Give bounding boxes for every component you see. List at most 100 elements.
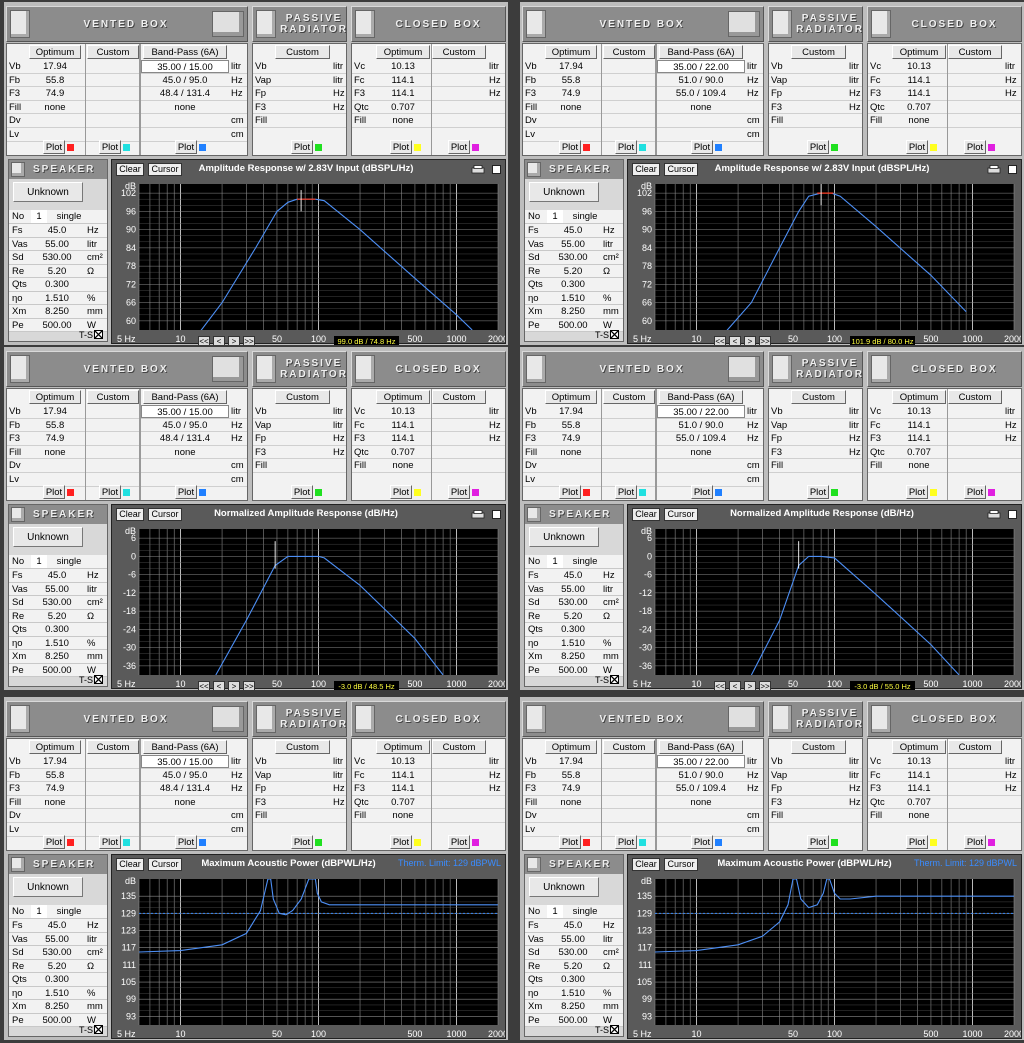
- plot-button[interactable]: Plot: [390, 835, 412, 849]
- mode-value[interactable]: single: [565, 555, 605, 568]
- mode-value[interactable]: single: [565, 905, 605, 918]
- param-value[interactable]: 0.300: [31, 973, 83, 986]
- plot-button[interactable]: Plot: [43, 835, 65, 849]
- tab-custom-closed[interactable]: Custom: [948, 45, 1002, 59]
- param-value[interactable]: 530.00: [31, 251, 83, 264]
- tab-custom[interactable]: Custom: [87, 390, 139, 404]
- plot-button[interactable]: Plot: [448, 835, 470, 849]
- tab-optimum-closed[interactable]: Optimum: [892, 390, 946, 404]
- param-value[interactable]: 500.00: [547, 664, 599, 677]
- param-value[interactable]: 1.510: [31, 987, 83, 1000]
- count-value[interactable]: 1: [547, 555, 563, 568]
- param-value[interactable]: 8.250: [547, 650, 599, 663]
- param-value[interactable]: 5.20: [31, 960, 83, 973]
- tab-bandpass[interactable]: Band-Pass (6A): [659, 45, 743, 59]
- param-value[interactable]: 55.00: [31, 583, 83, 596]
- plot-svg[interactable]: dB102969084787266605 Hz 10 50 100 500 1000 200…: [628, 160, 1021, 343]
- plot-button[interactable]: Plot: [43, 485, 65, 499]
- tab-custom-closed[interactable]: Custom: [948, 390, 1002, 404]
- ts-checkbox[interactable]: [610, 675, 619, 684]
- plot-button[interactable]: Plot: [807, 140, 829, 154]
- chart-nav-button[interactable]: >: [228, 681, 240, 690]
- tab-optimum-closed[interactable]: Optimum: [892, 45, 946, 59]
- param-value[interactable]: 8.250: [31, 1000, 83, 1013]
- param-value[interactable]: 0.300: [547, 623, 599, 636]
- tab-custom-passive[interactable]: Custom: [791, 45, 846, 59]
- param-value[interactable]: 55.00: [31, 933, 83, 946]
- tab-custom-passive[interactable]: Custom: [275, 740, 330, 754]
- speaker-name[interactable]: Unknown: [529, 877, 599, 897]
- speaker-name[interactable]: Unknown: [13, 877, 83, 897]
- mode-value[interactable]: single: [49, 210, 89, 223]
- plot-svg[interactable]: dB 135 129 123 117 111 105 99 93 5 Hz 10 50 100 500 10…: [112, 855, 505, 1038]
- param-value[interactable]: 5.20: [547, 610, 599, 623]
- param-value[interactable]: 500.00: [31, 664, 83, 677]
- plot-button[interactable]: Plot: [43, 140, 65, 154]
- tab-optimum[interactable]: Optimum: [29, 390, 81, 404]
- tab-custom-passive[interactable]: Custom: [791, 390, 846, 404]
- plot-button[interactable]: Plot: [390, 485, 412, 499]
- speaker-name[interactable]: Unknown: [13, 527, 83, 547]
- chart-nav-button[interactable]: >: [744, 336, 756, 345]
- tab-optimum-closed[interactable]: Optimum: [376, 45, 430, 59]
- plot-button[interactable]: Plot: [691, 485, 713, 499]
- mode-value[interactable]: single: [49, 555, 89, 568]
- plot-button[interactable]: Plot: [964, 485, 986, 499]
- plot-button[interactable]: Plot: [559, 485, 581, 499]
- param-value[interactable]: 0.300: [547, 973, 599, 986]
- param-value[interactable]: 0.300: [31, 278, 83, 291]
- plot-svg[interactable]: dB 135 129 123 117 111 105 99 93 5 Hz 10 50 100 500 10…: [628, 855, 1021, 1038]
- plot-button[interactable]: Plot: [906, 835, 928, 849]
- param-value[interactable]: 5.20: [31, 265, 83, 278]
- plot-button[interactable]: Plot: [448, 140, 470, 154]
- param-value[interactable]: 530.00: [547, 946, 599, 959]
- param-value[interactable]: 45.0: [31, 569, 83, 582]
- count-value[interactable]: 1: [31, 905, 47, 918]
- speaker-name[interactable]: Unknown: [13, 182, 83, 202]
- plot-button[interactable]: Plot: [559, 835, 581, 849]
- param-value[interactable]: 45.0: [547, 569, 599, 582]
- plot-button[interactable]: Plot: [906, 485, 928, 499]
- plot-button[interactable]: Plot: [615, 485, 637, 499]
- param-value[interactable]: 1.510: [31, 292, 83, 305]
- plot-button[interactable]: Plot: [291, 485, 313, 499]
- param-value[interactable]: 8.250: [31, 305, 83, 318]
- tab-custom-closed[interactable]: Custom: [432, 740, 486, 754]
- ts-checkbox[interactable]: [94, 330, 103, 339]
- plot-button[interactable]: Plot: [964, 835, 986, 849]
- plot-button[interactable]: Plot: [615, 140, 637, 154]
- plot-button[interactable]: Plot: [291, 140, 313, 154]
- plot-button[interactable]: Plot: [615, 835, 637, 849]
- plot-button[interactable]: Plot: [691, 140, 713, 154]
- param-value[interactable]: 1.510: [547, 292, 599, 305]
- tab-custom-closed[interactable]: Custom: [432, 390, 486, 404]
- param-value[interactable]: 530.00: [547, 596, 599, 609]
- plot-svg[interactable]: dB60-6-12-18-24-30-365 Hz 10 50 100 500 1000 2…: [628, 505, 1021, 688]
- ts-checkbox[interactable]: [610, 1025, 619, 1034]
- chart-nav-button[interactable]: <: [213, 681, 225, 690]
- param-value[interactable]: 45.0: [31, 224, 83, 237]
- chart-nav-button[interactable]: >>: [243, 336, 255, 345]
- tab-optimum[interactable]: Optimum: [29, 740, 81, 754]
- tab-custom[interactable]: Custom: [603, 45, 655, 59]
- param-value[interactable]: 5.20: [547, 265, 599, 278]
- param-value[interactable]: 500.00: [31, 319, 83, 332]
- plot-button[interactable]: Plot: [291, 835, 313, 849]
- chart-nav-button[interactable]: >: [228, 336, 240, 345]
- plot-button[interactable]: Plot: [175, 835, 197, 849]
- param-value[interactable]: 530.00: [31, 596, 83, 609]
- tab-optimum[interactable]: Optimum: [29, 45, 81, 59]
- param-value[interactable]: 0.300: [31, 623, 83, 636]
- param-value[interactable]: 5.20: [547, 960, 599, 973]
- chart-nav-button[interactable]: <: [729, 681, 741, 690]
- chart-nav-button[interactable]: <<: [714, 336, 726, 345]
- plot-button[interactable]: Plot: [807, 485, 829, 499]
- plot-button[interactable]: Plot: [175, 485, 197, 499]
- tab-custom[interactable]: Custom: [87, 740, 139, 754]
- chart-nav-button[interactable]: >: [744, 681, 756, 690]
- tab-optimum[interactable]: Optimum: [545, 740, 597, 754]
- count-value[interactable]: 1: [547, 905, 563, 918]
- param-value[interactable]: 500.00: [31, 1014, 83, 1027]
- plot-button[interactable]: Plot: [906, 140, 928, 154]
- chart-nav-button[interactable]: <: [729, 336, 741, 345]
